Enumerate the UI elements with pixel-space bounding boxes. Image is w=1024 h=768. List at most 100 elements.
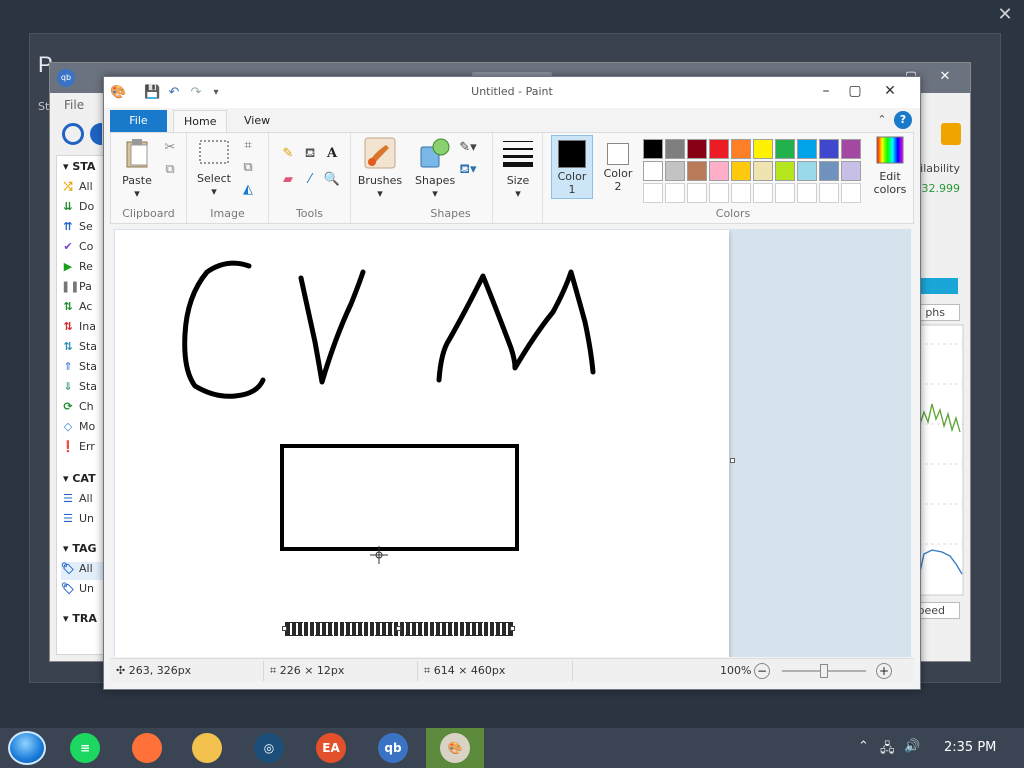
sidebar-tag-all[interactable]: 🏷 All	[61, 562, 107, 580]
brushes-button[interactable]: Brushes ▾	[357, 137, 403, 200]
rotate-icon[interactable]: ◭	[239, 181, 257, 199]
paint-close-icon[interactable]: ✕	[876, 80, 904, 102]
taskbar-app-firefox[interactable]	[118, 728, 176, 768]
sidebar-item-stalled-up[interactable]: ⇑ Sta	[61, 360, 107, 378]
color2-button[interactable]: Color 2	[597, 135, 639, 193]
zoom-out-icon[interactable]: −	[754, 663, 770, 679]
color-swatch[interactable]	[665, 161, 685, 181]
pencil-icon[interactable]: ✎	[279, 145, 297, 163]
sidebar-item-completed[interactable]: ✔ Co	[61, 240, 107, 258]
custom-color-slot[interactable]	[753, 183, 773, 203]
drawing-canvas[interactable]	[115, 230, 729, 657]
eraser-icon[interactable]: ▰	[279, 171, 297, 189]
color-swatch[interactable]	[775, 161, 795, 181]
close-icon[interactable]: ✕	[934, 67, 956, 87]
magnifier-icon[interactable]: 🔍	[323, 171, 341, 189]
color-swatch[interactable]	[797, 139, 817, 159]
tab-home[interactable]: Home	[173, 110, 228, 132]
custom-color-slot[interactable]	[687, 183, 707, 203]
sidebar-item-active[interactable]: ⇅ Ac	[61, 300, 107, 318]
help-icon[interactable]: ?	[894, 111, 912, 129]
select-button[interactable]: Select ▾	[195, 137, 233, 198]
add-icon[interactable]	[90, 123, 102, 145]
paint-maximize-icon[interactable]: ▢	[841, 80, 869, 102]
color-swatch[interactable]	[731, 161, 751, 181]
qbittorrent-menu-file[interactable]: File	[64, 98, 84, 112]
color-swatch[interactable]	[819, 161, 839, 181]
color1-button[interactable]: Color 1	[551, 135, 593, 199]
graphs-dropdown[interactable]: phs	[920, 304, 960, 321]
link-icon[interactable]	[62, 123, 84, 145]
color-swatch[interactable]	[687, 139, 707, 159]
custom-color-slot[interactable]	[841, 183, 861, 203]
custom-color-slot[interactable]	[731, 183, 751, 203]
start-button[interactable]	[8, 731, 46, 765]
custom-color-slot[interactable]	[709, 183, 729, 203]
custom-color-slot[interactable]	[643, 183, 663, 203]
taskbar-app-files[interactable]	[178, 728, 236, 768]
custom-color-slot[interactable]	[775, 183, 795, 203]
tab-view[interactable]: View	[234, 110, 280, 132]
lock-icon[interactable]	[941, 123, 961, 145]
resize-icon[interactable]: ⧉	[239, 159, 257, 177]
sidebar-item-inactive[interactable]: ⇅ Ina	[61, 320, 107, 338]
color-swatch[interactable]	[687, 161, 707, 181]
selection-handle[interactable]	[510, 626, 515, 631]
sidebar-item-resumed[interactable]: ▶ Re	[61, 260, 107, 278]
sidebar-item-all[interactable]: ⤮ All	[61, 180, 107, 198]
canvas-area[interactable]	[114, 229, 911, 657]
fill-icon[interactable]: ⛾	[301, 145, 319, 163]
text-icon[interactable]: A	[323, 145, 341, 163]
color-swatch[interactable]	[841, 139, 861, 159]
sidebar-item-errored[interactable]: ❗ Err	[61, 440, 107, 458]
color-swatch[interactable]	[709, 139, 729, 159]
overlay-close-icon[interactable]: ✕	[994, 4, 1016, 26]
sidebar-item-stalled[interactable]: ⇅ Sta	[61, 340, 107, 358]
zoom-slider-thumb[interactable]	[820, 664, 828, 678]
color-swatch[interactable]	[819, 139, 839, 159]
color-swatch[interactable]	[841, 161, 861, 181]
network-icon[interactable]: 🖧	[880, 739, 895, 761]
canvas-resize-handle[interactable]	[730, 458, 735, 463]
edit-colors-button[interactable]: Edit colors	[865, 135, 915, 196]
custom-color-slot[interactable]	[797, 183, 817, 203]
color-swatch[interactable]	[643, 161, 663, 181]
color-swatch[interactable]	[775, 139, 795, 159]
shapes-button[interactable]: Shapes ▾	[415, 137, 455, 200]
clock[interactable]: 2:35 PM	[944, 740, 996, 755]
color-swatch[interactable]	[643, 139, 663, 159]
sidebar-tag-untagged[interactable]: 🏷 Un	[61, 582, 107, 600]
outline-icon[interactable]: ✎▾	[459, 139, 477, 157]
selection-handle[interactable]	[282, 626, 287, 631]
color-swatch[interactable]	[731, 139, 751, 159]
sidebar-category-all[interactable]: ☰ All	[61, 492, 107, 510]
paint-titlebar[interactable]: 🎨 💾 ↶ ↷ ▾ Untitled - Paint – ▢ ✕	[104, 77, 920, 108]
sidebar-item-downloading[interactable]: ⇊ Do	[61, 200, 107, 218]
custom-color-slot[interactable]	[665, 183, 685, 203]
taskbar-app-qbittorrent[interactable]: qb	[364, 728, 422, 768]
taskbar-app-spotify[interactable]: ≡	[56, 728, 114, 768]
color-picker-icon[interactable]: ⁄	[301, 171, 319, 189]
taskbar-app-steam[interactable]: ◎	[240, 728, 298, 768]
taskbar-app-ea[interactable]: EA	[302, 728, 360, 768]
color-swatch[interactable]	[665, 139, 685, 159]
copy-icon[interactable]: ⧉	[161, 161, 179, 179]
tab-file[interactable]: File	[110, 110, 167, 132]
selection-handle[interactable]	[396, 626, 401, 631]
sidebar-item-paused[interactable]: ❚❚Pa	[61, 280, 107, 298]
paint-minimize-icon[interactable]: –	[812, 80, 840, 102]
crop-icon[interactable]: ⌗	[239, 137, 257, 155]
sidebar-item-stalled-down[interactable]: ⇓ Sta	[61, 380, 107, 398]
color-swatch[interactable]	[709, 161, 729, 181]
sidebar-item-seeding[interactable]: ⇈ Se	[61, 220, 107, 238]
paste-button[interactable]: Paste ▾	[119, 137, 155, 200]
volume-icon[interactable]: 🔊	[904, 739, 920, 754]
color-swatch[interactable]	[797, 161, 817, 181]
fill-shape-icon[interactable]: ⛾▾	[459, 161, 477, 179]
sidebar-item-moving[interactable]: ◇ Mo	[61, 420, 107, 438]
color-swatch[interactable]	[753, 139, 773, 159]
collapse-ribbon-icon[interactable]: ⌃	[873, 111, 891, 129]
size-button[interactable]: Size ▾	[499, 137, 537, 200]
tray-expand-icon[interactable]: ⌃	[858, 739, 869, 754]
sidebar-category-uncategorized[interactable]: ☰ Un	[61, 512, 107, 530]
